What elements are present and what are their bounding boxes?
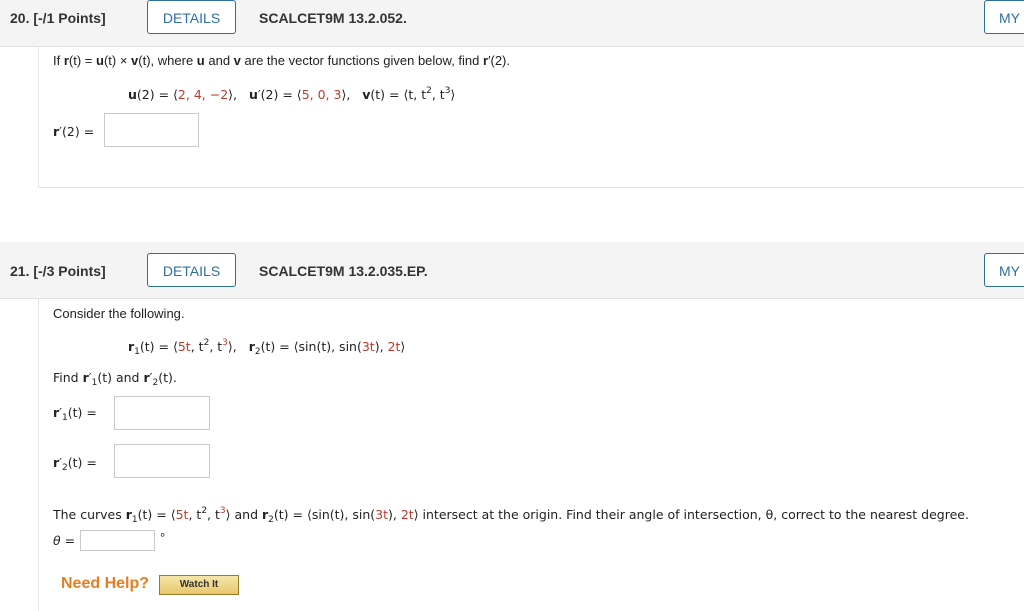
q20-answer-label-text: ′(2) =: [59, 124, 95, 139]
q21-curves-text: 5t: [175, 507, 189, 522]
q21-answer1-label: r′1(t) =: [53, 405, 97, 423]
q20-given-text: u: [128, 87, 137, 102]
q21-details-button[interactable]: DETAILS: [147, 253, 236, 287]
q21-code: SCALCET9M 13.2.035.EP.: [259, 263, 428, 279]
q20-prompt-text: u: [196, 53, 205, 68]
q20-given-text: u: [248, 87, 258, 102]
q20-prompt-text: are the vector functions given below, fi…: [240, 53, 483, 68]
q21-vector-text: 3t: [361, 339, 375, 354]
q21-answer1-input[interactable]: [114, 396, 210, 430]
q21-curves-text: , t: [188, 507, 202, 522]
q21-theta-label: θ =: [53, 533, 76, 548]
q21-vector-text: 5t: [177, 339, 191, 354]
q21-vector-text: ⟩,: [227, 339, 237, 354]
q20-prompt-text: ′(2).: [488, 53, 510, 68]
q21-vector-text: 2t: [387, 339, 401, 354]
q21-vector-text: ⟩: [400, 339, 406, 354]
q20-prompt-text: (t) ×: [103, 53, 132, 68]
q21-answer2-label-text: (t) =: [67, 455, 97, 470]
q21-need-help: Need Help?: [61, 575, 150, 592]
q21-find-text: (t).: [158, 370, 177, 385]
q20-code: SCALCET9M 13.2.052.: [259, 10, 407, 26]
q21-title: 21. [-/3 Points]: [10, 263, 106, 279]
q20-prompt-text: (t) =: [68, 53, 96, 68]
q21-find-text: Find: [53, 370, 83, 385]
q21-degree-symbol: °: [160, 530, 166, 545]
q21-curves-text: 3t: [375, 507, 388, 522]
q20-title: 20. [-/1 Points]: [10, 10, 106, 26]
q21-curves-text: ⟩ intersect at the origin. Find their an…: [413, 507, 969, 522]
q21-curves-text: (t) = ⟨: [137, 507, 176, 522]
q21-find-instruction: Find r′1(t) and r′2(t).: [53, 370, 177, 388]
q21-vector-text: ),: [374, 339, 388, 354]
q21-my-button[interactable]: MY: [984, 253, 1024, 287]
q20-number: 20.: [10, 10, 30, 26]
q20-given-text: ⟩: [450, 87, 456, 102]
q20-prompt-text: v: [233, 53, 241, 68]
q20-answer-input[interactable]: [104, 113, 199, 147]
q21-header: 21. [-/3 Points] DETAILS SCALCET9M 13.2.…: [0, 242, 1024, 299]
q20-answer-label: r′(2) =: [53, 124, 94, 139]
q20-given-text: 5, 0, 3: [301, 87, 342, 102]
q21-answer1-label-text: (t) =: [67, 405, 97, 420]
q20-given-text: ′(2) = ⟨: [257, 87, 302, 102]
q20-prompt-text: (t), where: [138, 53, 197, 68]
q20-given-text: ⟩,: [228, 87, 238, 102]
q21-vector-text: , t: [209, 339, 223, 354]
q21-curves-text: ),: [388, 507, 401, 522]
q21-vector-text: , t: [190, 339, 204, 354]
q21-curves-text: 2t: [400, 507, 414, 522]
q20-given-vectors: u(2) = ⟨2, 4, −2⟩, u′(2) = ⟨5, 0, 3⟩, v(…: [128, 86, 455, 102]
q20-my-button[interactable]: MY: [984, 0, 1024, 34]
q21-curves-text: (t) = ⟨sin(t), sin(: [273, 507, 376, 522]
q20-given-text: ⟩,: [341, 87, 351, 102]
q20-given-text: 2, 4, −2: [177, 87, 229, 102]
q21-consider: Consider the following.: [53, 306, 185, 321]
q21-answer2-input[interactable]: [114, 444, 210, 478]
q21-curves-prompt: The curves r1(t) = ⟨5t, t2, t3⟩ and r2(t…: [53, 506, 969, 525]
q21-vector-text: (t) = ⟨sin(t), sin(: [260, 339, 362, 354]
q20-divider: [38, 187, 1024, 188]
q20-prompt-text: and: [204, 53, 234, 68]
q21-answer2-label: r′2(t) =: [53, 455, 97, 473]
q20-prompt-text: If: [53, 53, 64, 68]
q21-find-text: (t) and: [97, 370, 144, 385]
q20-header: 20. [-/1 Points] DETAILS SCALCET9M 13.2.…: [0, 0, 1024, 47]
q21-vector-text: (t) = ⟨: [139, 339, 178, 354]
q20-points: [-/1 Points]: [33, 10, 106, 26]
q21-number: 21.: [10, 263, 30, 279]
q21-curves-text: , t: [207, 507, 220, 522]
q20-prompt: If r(t) = u(t) × v(t), where u and v are…: [53, 53, 510, 68]
q20-given-text: (2) = ⟨: [136, 87, 178, 102]
q20-given-text: (t) = ⟨t, t: [370, 87, 427, 102]
q21-curves-text: The curves: [53, 507, 126, 522]
q21-watch-it-button[interactable]: Watch It: [159, 575, 239, 595]
q21-theta-input[interactable]: [80, 530, 155, 551]
q21-points: [-/3 Points]: [33, 263, 106, 279]
q21-vector-functions: r1(t) = ⟨5t, t2, t3⟩, r2(t) = ⟨sin(t), s…: [128, 338, 405, 357]
q21-curves-text: ⟩ and: [225, 507, 262, 522]
q20-given-text: , t: [431, 87, 445, 102]
q20-details-button[interactable]: DETAILS: [147, 0, 236, 34]
q20-prompt-text: u: [96, 53, 104, 68]
